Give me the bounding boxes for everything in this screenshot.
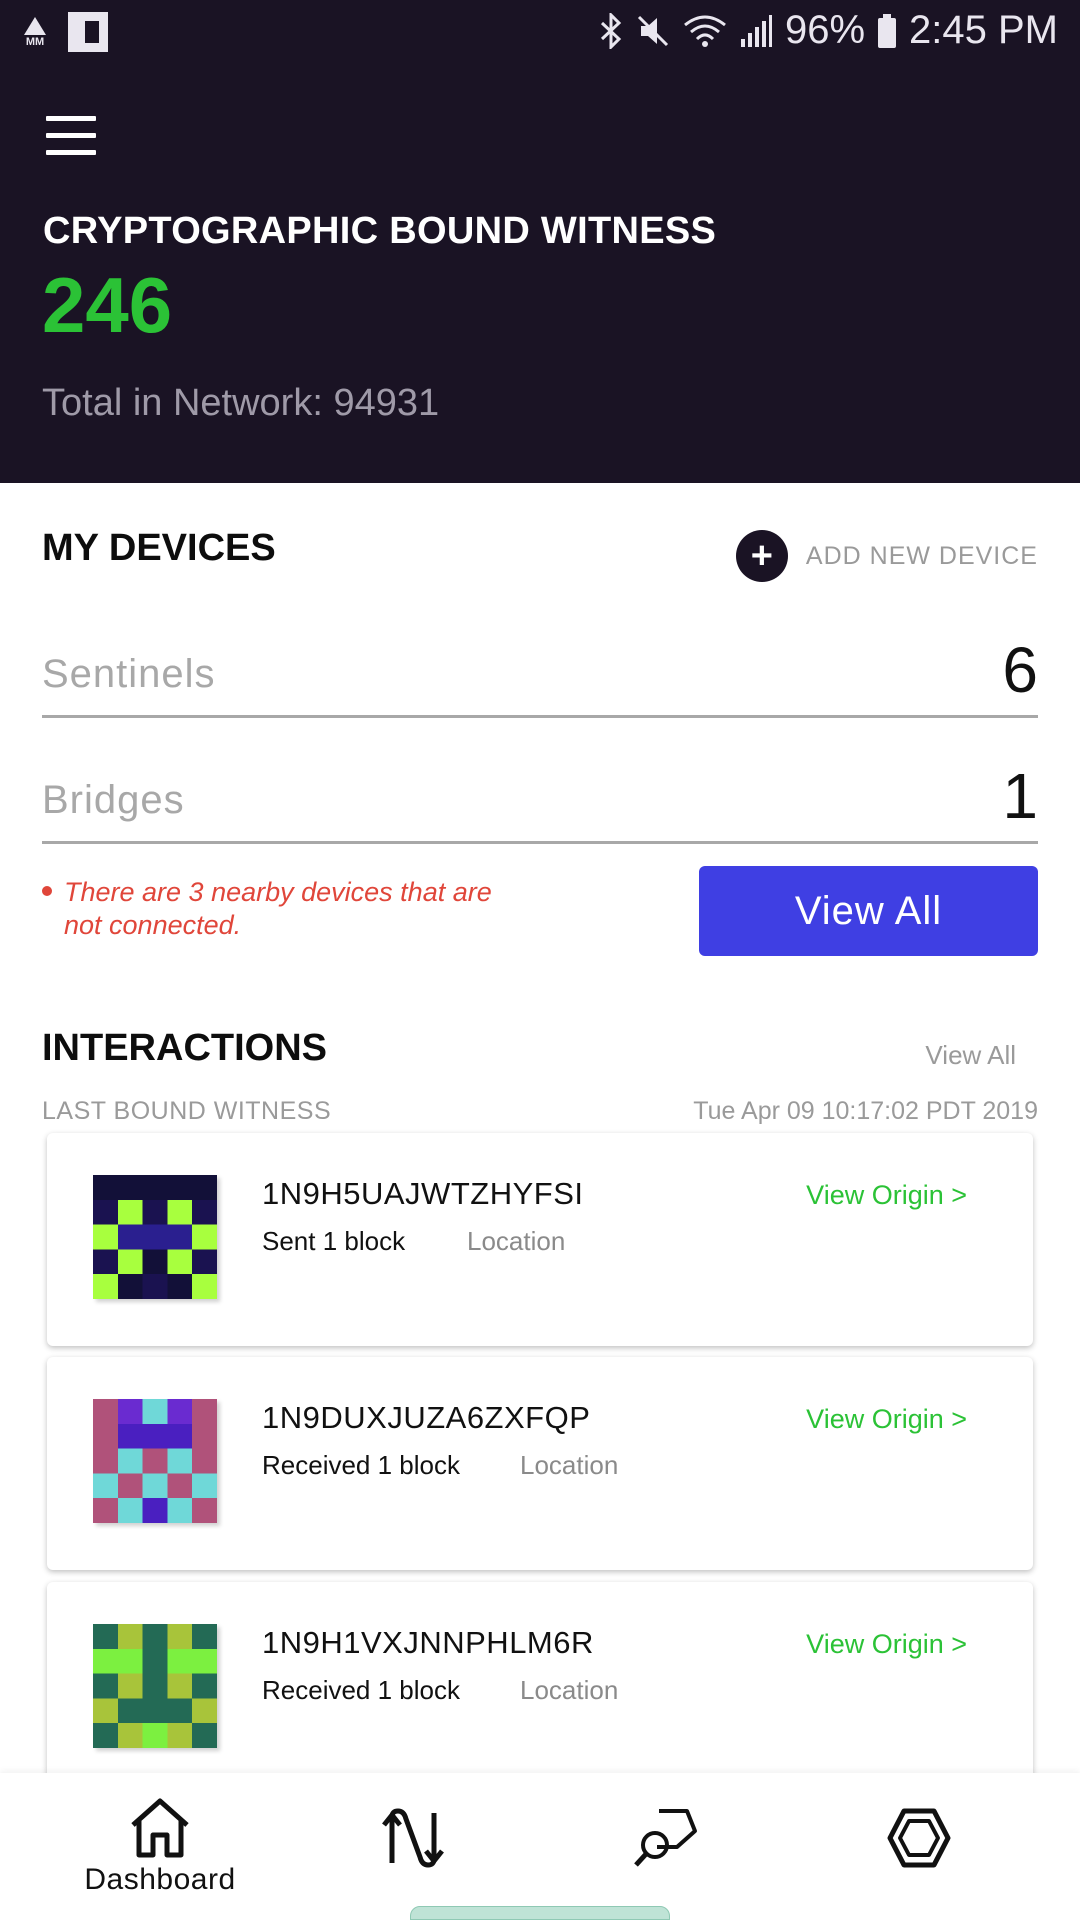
device-id: 1N9H5UAJWTZHYFSI bbox=[262, 1176, 584, 1211]
identicon-avatar bbox=[93, 1175, 217, 1299]
view-all-devices-button[interactable]: View All bbox=[699, 866, 1038, 956]
interactions-title: INTERACTIONS bbox=[42, 1027, 327, 1069]
device-id: 1N9H1VXJNNPHLM6R bbox=[262, 1625, 594, 1660]
interaction-card[interactable]: 1N9H1VXJNNPHLM6R Received 1 block Locati… bbox=[47, 1582, 1033, 1795]
search-shape-icon bbox=[634, 1809, 697, 1867]
clock: 2:45 PM bbox=[909, 8, 1058, 52]
interaction-card[interactable]: 1N9DUXJUZA6ZXFQP Received 1 block Locati… bbox=[47, 1357, 1033, 1570]
last-bound-witness-label: LAST BOUND WITNESS bbox=[42, 1097, 332, 1125]
bridges-row[interactable]: Bridges 1 bbox=[42, 752, 1038, 844]
home-icon bbox=[131, 1798, 189, 1858]
device-id: 1N9DUXJUZA6ZXFQP bbox=[262, 1400, 591, 1435]
add-new-device-button[interactable]: + ADD NEW DEVICE bbox=[735, 530, 1038, 582]
sentinels-row[interactable]: Sentinels 6 bbox=[42, 626, 1038, 718]
hamburger-menu-icon[interactable] bbox=[46, 116, 98, 158]
view-origin-link[interactable]: View Origin > bbox=[806, 1180, 967, 1211]
location-link[interactable]: Location bbox=[520, 1675, 618, 1706]
nav-dashboard-label: Dashboard bbox=[84, 1863, 236, 1896]
interaction-card[interactable]: 1N9H5UAJWTZHYFSI Sent 1 block Location V… bbox=[47, 1133, 1033, 1346]
bridges-count: 1 bbox=[1002, 760, 1038, 832]
block-action: Received 1 block bbox=[262, 1675, 460, 1705]
identicon-avatar bbox=[93, 1399, 217, 1523]
add-new-device-label: ADD NEW DEVICE bbox=[805, 541, 1038, 570]
header-title: CRYPTOGRAPHIC BOUND WITNESS bbox=[43, 210, 717, 252]
mute-icon bbox=[637, 15, 669, 46]
network-total: Total in Network: 94931 bbox=[42, 382, 440, 424]
exchange-icon bbox=[382, 1808, 444, 1868]
bridges-label: Bridges bbox=[42, 778, 185, 822]
block-action: Received 1 block bbox=[262, 1450, 460, 1480]
view-origin-link[interactable]: View Origin > bbox=[806, 1629, 967, 1660]
bound-witness-count: 246 bbox=[42, 261, 173, 349]
battery-icon bbox=[878, 13, 897, 48]
bluetooth-icon bbox=[600, 12, 622, 49]
last-bound-witness-time: Tue Apr 09 10:17:02 PDT 2019 bbox=[693, 1097, 1038, 1125]
hexagon-icon bbox=[887, 1808, 951, 1868]
header-panel: CRYPTOGRAPHIC BOUND WITNESS 246 Total in… bbox=[0, 64, 1080, 483]
location-link[interactable]: Location bbox=[467, 1226, 565, 1257]
mm-alert-icon: MM bbox=[18, 12, 52, 52]
view-origin-link[interactable]: View Origin > bbox=[806, 1404, 967, 1435]
sentinels-label: Sentinels bbox=[42, 652, 216, 696]
nav-dashboard[interactable]: Dashboard bbox=[60, 1773, 260, 1920]
nearby-devices-warning: There are 3 nearby devices that are not … bbox=[42, 876, 512, 942]
wifi-icon bbox=[684, 15, 726, 47]
view-all-interactions-link[interactable]: View All bbox=[925, 1040, 1016, 1071]
warning-text: There are 3 nearby devices that are not … bbox=[64, 877, 492, 940]
identicon-avatar bbox=[93, 1624, 217, 1748]
nav-network[interactable] bbox=[566, 1773, 766, 1920]
flipboard-icon bbox=[68, 12, 108, 52]
nav-settings[interactable] bbox=[819, 1773, 1019, 1920]
my-devices-title: MY DEVICES bbox=[42, 527, 276, 569]
plus-icon: + bbox=[735, 530, 788, 582]
status-bar: MM 96% 2:45 PM bbox=[0, 0, 1080, 64]
nav-interactions[interactable] bbox=[313, 1773, 513, 1920]
warning-dot-icon bbox=[42, 886, 52, 896]
location-link[interactable]: Location bbox=[520, 1450, 618, 1481]
battery-percent: 96% bbox=[784, 8, 866, 52]
bottom-navigation: Dashboard bbox=[0, 1773, 1080, 1920]
home-indicator[interactable] bbox=[410, 1906, 670, 1920]
block-action: Sent 1 block bbox=[262, 1226, 406, 1256]
sentinels-count: 6 bbox=[1002, 634, 1038, 706]
signal-icon bbox=[740, 14, 772, 47]
